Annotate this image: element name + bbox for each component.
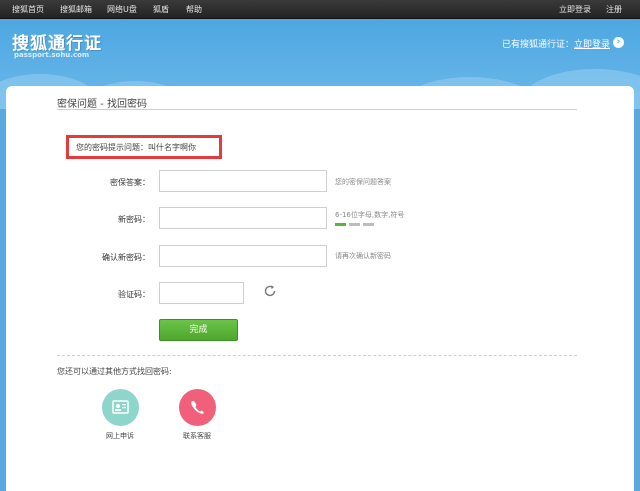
- chevron-right-icon[interactable]: ›: [613, 37, 624, 48]
- title-divider: [57, 109, 577, 110]
- password-strength-bar-weak: [335, 223, 346, 226]
- confirm-password-label: 确认新密码：: [102, 253, 150, 262]
- answer-tip: 您的密保问题答案: [335, 178, 391, 186]
- login-now-link[interactable]: 立即登录: [574, 40, 610, 50]
- contact-support-label[interactable]: 联系客服: [167, 431, 227, 441]
- new-password-input[interactable]: [159, 207, 327, 229]
- confirm-password-tip: 请再次确认新密码: [335, 252, 391, 260]
- captcha-input[interactable]: [159, 282, 244, 304]
- id-card-icon: [112, 400, 129, 414]
- nav-sohu-mail[interactable]: 搜狐邮箱: [60, 4, 92, 15]
- alternatives-intro: 您还可以通过其他方式找回密码:: [57, 367, 172, 376]
- has-account-prompt: 已有搜狐通行证：立即登录: [502, 37, 610, 50]
- new-password-label: 新密码：: [118, 215, 150, 224]
- online-appeal-button[interactable]: [102, 389, 139, 426]
- nav-register[interactable]: 注册: [606, 4, 622, 15]
- answer-label: 密保答案：: [110, 178, 150, 187]
- password-hint-question: 您的密码提示问题：叫什名字啊你: [66, 135, 222, 159]
- contact-support-button[interactable]: [179, 389, 216, 426]
- security-answer-input[interactable]: [159, 170, 327, 192]
- captcha-label: 验证码：: [118, 290, 150, 299]
- passport-domain: passport.sohu.com: [14, 51, 90, 59]
- dashed-divider: [57, 355, 577, 356]
- password-strength-bar-strong: [363, 223, 374, 226]
- nav-fox-shield[interactable]: 狐盾: [153, 4, 169, 15]
- nav-help[interactable]: 帮助: [186, 4, 202, 15]
- page-title: 密保问题 - 找回密码: [57, 99, 147, 110]
- confirm-password-input[interactable]: [159, 245, 327, 267]
- online-appeal-label[interactable]: 网上申诉: [90, 431, 150, 441]
- nav-cloud-disk[interactable]: 网络U盘: [107, 4, 137, 15]
- submit-button[interactable]: 完成: [159, 319, 238, 341]
- top-nav: 搜狐首页 搜狐邮箱 网络U盘 狐盾 帮助 立即登录 注册: [0, 0, 640, 19]
- phone-icon: [191, 401, 204, 414]
- has-account-text: 已有搜狐通行证：: [501, 40, 574, 50]
- new-password-tip: 6-16位字母,数字,符号: [335, 211, 405, 219]
- nav-login[interactable]: 立即登录: [559, 4, 591, 15]
- nav-sohu-home[interactable]: 搜狐首页: [12, 4, 44, 15]
- password-strength-bar-medium: [349, 223, 360, 226]
- refresh-icon[interactable]: [263, 284, 277, 298]
